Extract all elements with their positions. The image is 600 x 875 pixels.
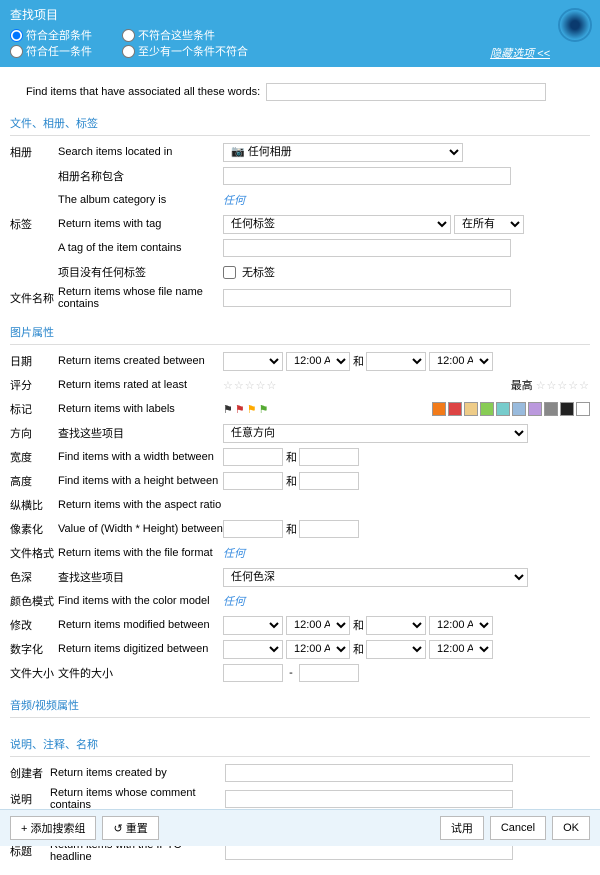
add-group-button[interactable]: + 添加搜索组 bbox=[10, 816, 96, 840]
color-swatch[interactable] bbox=[480, 402, 494, 416]
mod-to[interactable] bbox=[366, 616, 426, 635]
color-swatch[interactable] bbox=[544, 402, 558, 416]
radio-all[interactable]: 符合全部条件 bbox=[10, 27, 92, 43]
section-files: 文件、相册、标签 bbox=[10, 111, 590, 136]
time-to[interactable]: 12:00 AM bbox=[429, 352, 493, 371]
logo-icon bbox=[558, 8, 592, 42]
w-from[interactable] bbox=[223, 448, 283, 466]
section-image: 图片属性 bbox=[10, 320, 590, 345]
stars-max[interactable]: ☆☆☆☆☆ bbox=[536, 379, 590, 392]
date-to[interactable] bbox=[366, 352, 426, 371]
radio-none[interactable]: 不符合这些条件 bbox=[122, 27, 215, 43]
words-input[interactable] bbox=[266, 83, 546, 101]
try-button[interactable]: 试用 bbox=[440, 816, 484, 840]
depth-select[interactable]: 任何色深 bbox=[223, 568, 528, 587]
w-to[interactable] bbox=[299, 448, 359, 466]
direction-select[interactable]: 任意方向 bbox=[223, 424, 528, 443]
fs-from[interactable] bbox=[223, 664, 283, 682]
header: 查找项目 符合全部条件 不符合这些条件 符合任一条件 至少有一个条件不符合 隐藏… bbox=[0, 0, 600, 67]
hide-options-link[interactable]: 隐藏选项 << bbox=[490, 45, 550, 61]
ok-button[interactable]: OK bbox=[552, 816, 590, 840]
window-title: 查找项目 bbox=[10, 6, 590, 23]
px-to[interactable] bbox=[299, 520, 359, 538]
color-swatch[interactable] bbox=[432, 402, 446, 416]
date-from[interactable] bbox=[223, 352, 283, 371]
tag-select[interactable]: 任何标签 bbox=[223, 215, 451, 234]
comment-input[interactable] bbox=[225, 790, 513, 808]
color-swatch[interactable] bbox=[576, 402, 590, 416]
album-name-input[interactable] bbox=[223, 167, 511, 185]
color-swatch[interactable] bbox=[560, 402, 574, 416]
radio-any[interactable]: 符合任一条件 bbox=[10, 43, 92, 59]
time-from[interactable]: 12:00 AM bbox=[286, 352, 350, 371]
mod-from[interactable] bbox=[223, 616, 283, 635]
section-av: 音频/视频属性 bbox=[10, 693, 590, 718]
tag-scope-select[interactable]: 在所有 bbox=[454, 215, 524, 234]
no-tag-checkbox[interactable] bbox=[223, 266, 236, 279]
dig-from[interactable] bbox=[223, 640, 283, 659]
color-swatch[interactable] bbox=[464, 402, 478, 416]
album-select[interactable]: 📷 任何相册 bbox=[223, 143, 463, 162]
dig-to[interactable] bbox=[366, 640, 426, 659]
color-swatch[interactable] bbox=[448, 402, 462, 416]
h-to[interactable] bbox=[299, 472, 359, 490]
color-swatch[interactable] bbox=[528, 402, 542, 416]
footer: + 添加搜索组 ↺ 重置 试用 Cancel OK bbox=[0, 809, 600, 846]
color-swatch[interactable] bbox=[512, 402, 526, 416]
fs-to[interactable] bbox=[299, 664, 359, 682]
section-desc: 说明、注释、名称 bbox=[10, 732, 590, 757]
top-label: Find items that have associated all thes… bbox=[26, 86, 260, 98]
cancel-button[interactable]: Cancel bbox=[490, 816, 546, 840]
radio-atleast[interactable]: 至少有一个条件不符合 bbox=[122, 43, 248, 59]
color-swatch[interactable] bbox=[496, 402, 510, 416]
reset-button[interactable]: ↺ 重置 bbox=[102, 816, 158, 840]
flags[interactable]: ⚑⚑⚑⚑ bbox=[223, 402, 590, 416]
px-from[interactable] bbox=[223, 520, 283, 538]
h-from[interactable] bbox=[223, 472, 283, 490]
stars-min[interactable]: ☆☆☆☆☆ bbox=[223, 379, 277, 392]
filename-input[interactable] bbox=[223, 289, 511, 307]
tag-contains-input[interactable] bbox=[223, 239, 511, 257]
creator-input[interactable] bbox=[225, 764, 513, 782]
